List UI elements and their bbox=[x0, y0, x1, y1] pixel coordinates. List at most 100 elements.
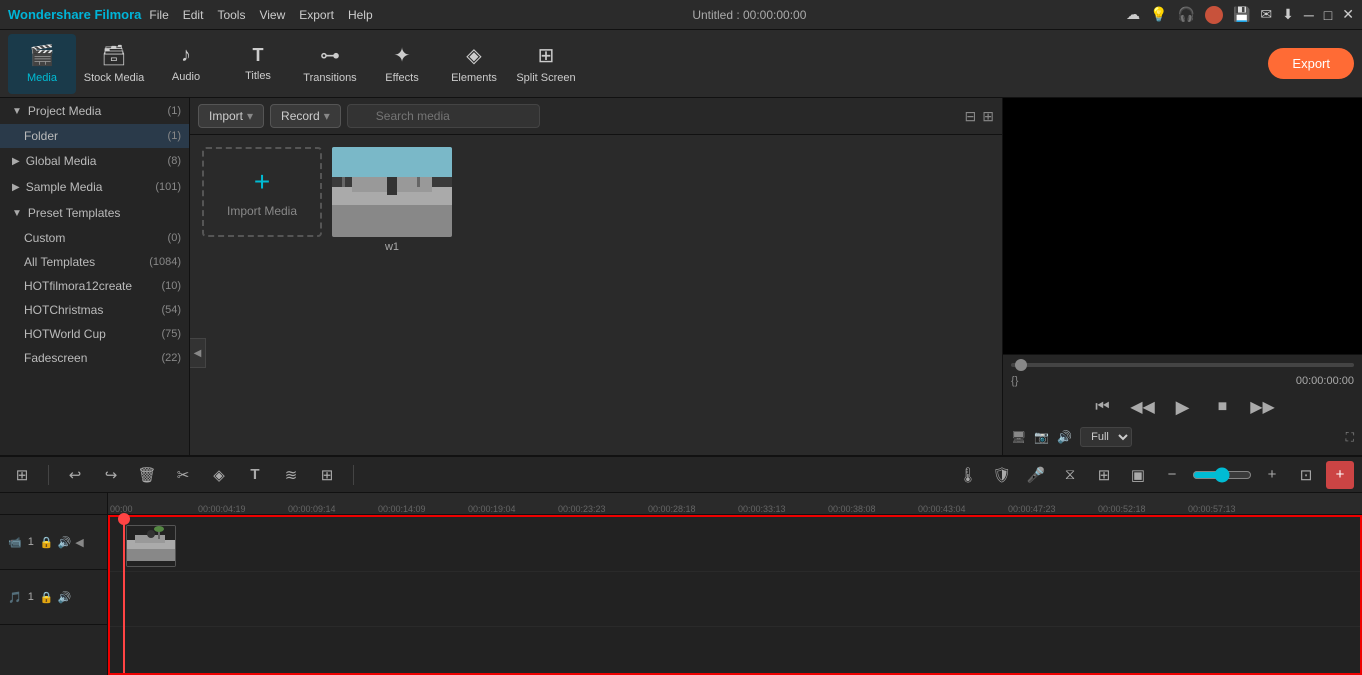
camera-snap-icon[interactable]: 📷 bbox=[1034, 430, 1049, 444]
minimize-button[interactable]: ─ bbox=[1304, 7, 1314, 23]
crop-button[interactable]: ◈ bbox=[205, 461, 233, 489]
fullscreen-icon[interactable]: ⛶ bbox=[1346, 430, 1354, 445]
step-back-button[interactable]: ◀◀ bbox=[1129, 393, 1157, 421]
playhead[interactable] bbox=[123, 517, 125, 673]
save-icon[interactable]: 💾 bbox=[1233, 6, 1250, 23]
sidebar-item-all-templates[interactable]: All Templates (1084) bbox=[0, 250, 189, 274]
maximize-button[interactable]: □ bbox=[1324, 7, 1332, 23]
close-button[interactable]: ✕ bbox=[1342, 6, 1354, 23]
sidebar-item-filmora12create[interactable]: HOT filmora12create (10) bbox=[0, 274, 189, 298]
menu-view[interactable]: View bbox=[259, 8, 285, 22]
ruler-mark-3: 00:00:14:09 bbox=[378, 504, 426, 514]
avatar[interactable] bbox=[1205, 6, 1223, 24]
sidebar-item-sample-media[interactable]: ▶ Sample Media (101) bbox=[0, 174, 189, 200]
split-icon: ⊞ bbox=[538, 43, 555, 68]
quality-select[interactable]: Full bbox=[1080, 427, 1132, 447]
toolbar-audio[interactable]: ♪ Audio bbox=[152, 34, 220, 94]
sidebar-count-sample-media: (101) bbox=[155, 181, 181, 193]
playhead-head bbox=[118, 513, 130, 525]
menu-edit[interactable]: Edit bbox=[183, 8, 204, 22]
color-button[interactable]: 🌡 bbox=[954, 461, 982, 489]
toolbar-effects[interactable]: ✦ Effects bbox=[368, 34, 436, 94]
zoom-out-button[interactable]: − bbox=[1158, 461, 1186, 489]
sidebar-item-folder[interactable]: Folder (1) bbox=[0, 124, 189, 148]
sidebar-item-project-media[interactable]: ▼ Project Media (1) bbox=[0, 98, 189, 124]
sidebar-item-custom[interactable]: Custom (0) bbox=[0, 226, 189, 250]
collapse-track-icon[interactable]: ◀ bbox=[75, 536, 83, 549]
expand-arrow-global-icon: ▶ bbox=[12, 156, 20, 167]
record-label: Record bbox=[281, 109, 320, 123]
search-input[interactable] bbox=[347, 104, 540, 128]
pip-button[interactable]: ▣ bbox=[1124, 461, 1152, 489]
record-button[interactable]: Record ▾ bbox=[270, 104, 341, 128]
sidebar-item-christmas[interactable]: HOT Christmas (54) bbox=[0, 298, 189, 322]
preview-panel: { } 00:00:00:00 ⏮ ◀◀ ▶ ■ ▶▶ 🖥 📷 🔊 Full ⛶ bbox=[1002, 98, 1362, 455]
menu-export[interactable]: Export bbox=[299, 8, 334, 22]
play-button[interactable]: ▶ bbox=[1169, 393, 1197, 421]
cut-button[interactable]: ✂ bbox=[169, 461, 197, 489]
audio-lock-icon[interactable]: 🔒 bbox=[40, 591, 54, 604]
lock-icon[interactable]: 🔒 bbox=[40, 536, 54, 549]
sidebar-item-preset-templates[interactable]: ▼ Preset Templates bbox=[0, 200, 189, 226]
sidebar-item-fadescreen[interactable]: Fadescreen (22) bbox=[0, 346, 189, 370]
rewind-button[interactable]: ⏮ bbox=[1089, 393, 1117, 421]
audio-stretch-button[interactable]: ≋ bbox=[277, 461, 305, 489]
toolbar-media[interactable]: 🎬 Media bbox=[8, 34, 76, 94]
step-fwd-button[interactable]: ▶▶ bbox=[1249, 393, 1277, 421]
effects-icon: ✦ bbox=[394, 43, 411, 68]
import-media-placeholder[interactable]: + Import Media bbox=[202, 147, 322, 237]
preview-progress-bar[interactable] bbox=[1011, 363, 1354, 367]
media-icon: 🎬 bbox=[30, 43, 55, 68]
stop-button[interactable]: ■ bbox=[1209, 393, 1237, 421]
menu-help[interactable]: Help bbox=[348, 8, 373, 22]
multicam-button[interactable]: ⊞ bbox=[1090, 461, 1118, 489]
sidebar-label-preset-templates: Preset Templates bbox=[28, 206, 181, 220]
bulb-icon[interactable]: 💡 bbox=[1150, 6, 1167, 23]
toolbar-titles[interactable]: T Titles bbox=[224, 34, 292, 94]
mic-button[interactable]: 🎤 bbox=[1022, 461, 1050, 489]
volume-icon[interactable]: 🔊 bbox=[1057, 430, 1072, 444]
toolbar-split[interactable]: ⊞ Split Screen bbox=[512, 34, 580, 94]
grid-view-icon[interactable]: ⊞ bbox=[982, 108, 994, 125]
tools-icon[interactable]: ⊞ bbox=[8, 461, 36, 489]
toolbar-elements[interactable]: ◈ Elements bbox=[440, 34, 508, 94]
media-toolbar: Import ▾ Record ▾ 🔍 ⊟ ⊞ bbox=[190, 98, 1002, 135]
media-item-w1[interactable]: w1 bbox=[332, 147, 452, 253]
screenshot-icon[interactable]: 🖥 bbox=[1011, 430, 1026, 444]
sidebar-item-global-media[interactable]: ▶ Global Media (8) bbox=[0, 148, 189, 174]
mail-icon[interactable]: ✉ bbox=[1260, 6, 1272, 23]
toolbar-transitions[interactable]: ⊶ Transitions bbox=[296, 34, 364, 94]
expand-arrow-icon: ▼ bbox=[12, 106, 22, 117]
zoom-in-button[interactable]: + bbox=[1258, 461, 1286, 489]
sidebar-collapse-button[interactable]: ◀ bbox=[190, 338, 206, 368]
add-track-button[interactable]: + bbox=[1326, 461, 1354, 489]
mute-icon[interactable]: 🔊 bbox=[58, 536, 72, 549]
undo-button[interactable]: ↩ bbox=[61, 461, 89, 489]
video-clip[interactable] bbox=[126, 525, 176, 567]
download-icon[interactable]: ⬇ bbox=[1282, 6, 1294, 23]
sidebar-count-filmora12create: (10) bbox=[161, 280, 181, 292]
progress-thumb[interactable] bbox=[1015, 359, 1027, 371]
split-screen-tl-button[interactable]: ⊞ bbox=[313, 461, 341, 489]
menu-file[interactable]: File bbox=[149, 8, 168, 22]
sidebar-item-world-cup[interactable]: HOT World Cup (75) bbox=[0, 322, 189, 346]
toolbar-stock[interactable]: 🗃 Stock Media bbox=[80, 34, 148, 94]
shield-button[interactable]: 🛡 bbox=[988, 461, 1016, 489]
audio-track-button[interactable]: ⧖ bbox=[1056, 461, 1084, 489]
redo-button[interactable]: ↪ bbox=[97, 461, 125, 489]
headset-icon[interactable]: 🎧 bbox=[1178, 6, 1195, 23]
filter-icon[interactable]: ⊟ bbox=[965, 108, 977, 125]
audio-mute-icon[interactable]: 🔊 bbox=[58, 591, 72, 604]
text-button[interactable]: T bbox=[241, 461, 269, 489]
delete-button[interactable]: 🗑 bbox=[133, 461, 161, 489]
hot-badge-christmas: HOT bbox=[24, 303, 49, 317]
export-button[interactable]: Export bbox=[1268, 48, 1354, 79]
audio-icon: ♪ bbox=[181, 44, 191, 67]
cloud-icon[interactable]: ☁ bbox=[1126, 6, 1140, 23]
fit-button[interactable]: ⊡ bbox=[1292, 461, 1320, 489]
import-button[interactable]: Import ▾ bbox=[198, 104, 264, 128]
timeline-ruler: 00:00 00:00:04:19 00:00:09:14 00:00:14:0… bbox=[108, 493, 1362, 515]
menu-tools[interactable]: Tools bbox=[217, 8, 245, 22]
search-wrapper: 🔍 bbox=[347, 104, 959, 128]
zoom-slider[interactable] bbox=[1192, 467, 1252, 483]
